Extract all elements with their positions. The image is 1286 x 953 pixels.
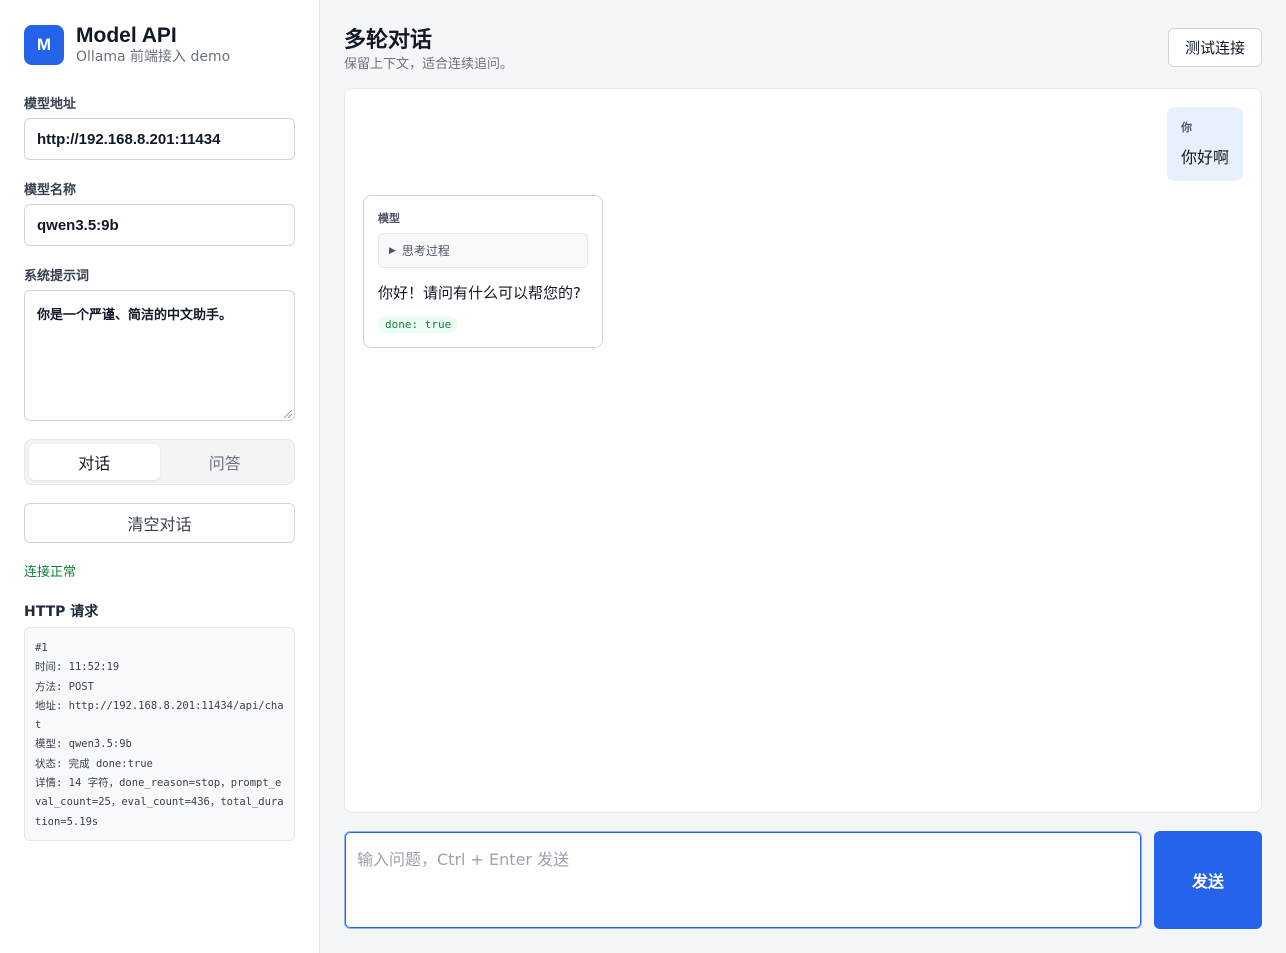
send-button[interactable]: 发送 [1154,831,1262,929]
page-subtitle: 保留上下文，适合连续追问。 [344,57,514,72]
thinking-toggle[interactable]: ▶ 思考过程 [378,233,588,268]
tab-qa[interactable]: 问答 [160,444,291,480]
brand: M Model API Ollama 前端接入 demo [24,24,295,65]
app-title: Model API [76,23,177,47]
mode-toggle: 对话 问答 [24,439,295,485]
tab-chat[interactable]: 对话 [29,444,160,480]
logo: M [24,24,64,65]
user-message-text: 你好啊 [1181,148,1230,167]
http-log-line: 模型: qwen3.5:9b [35,738,132,751]
resize-grip-icon[interactable] [284,410,292,418]
connection-status: 连接正常 [24,565,77,580]
done-badge: done: true [378,316,459,333]
app-subtitle: Ollama 前端接入 demo [76,48,231,65]
http-log-line: 状态: 完成 done:true [35,757,153,770]
http-log-line: 地址: http://192.168.8.201:11434/api/chat [35,699,284,732]
thinking-label: 思考过程 [401,244,450,258]
model-role-label: 模型 [378,212,400,225]
system-prompt-label: 系统提示词 [24,269,90,284]
main-area: 多轮对话 保留上下文，适合连续追问。 测试连接 你 你好啊 模型 ▶ 思考过程 … [320,0,1286,953]
prompt-input[interactable] [344,831,1142,929]
user-role-label: 你 [1181,121,1192,134]
http-panel-title: HTTP 请求 [24,604,99,620]
http-log-line: 方法: POST [35,680,94,693]
model-name-label: 模型名称 [24,183,77,198]
system-prompt-textarea[interactable]: 你是一个严谨、简洁的中文助手。 [24,290,295,421]
http-log-line: 时间: 11:52:19 [35,661,120,674]
sidebar: M Model API Ollama 前端接入 demo 模型地址 http:/… [0,0,320,953]
test-connection-button[interactable]: 测试连接 [1168,28,1262,67]
chat-panel[interactable]: 你 你好啊 模型 ▶ 思考过程 你好！请问有什么可以帮您的? done: tru… [344,88,1262,813]
http-log: #1 时间: 11:52:19 方法: POST 地址: http://192.… [24,627,295,841]
user-message: 你 你好啊 [1167,107,1243,181]
model-url-label: 模型地址 [24,97,77,112]
clear-chat-button[interactable]: 清空对话 [24,503,295,543]
model-url-input[interactable]: http://192.168.8.201:11434 [24,118,295,160]
expand-triangle-icon: ▶ [389,245,396,256]
model-name-input[interactable]: qwen3.5:9b [24,204,295,246]
model-message: 模型 ▶ 思考过程 你好！请问有什么可以帮您的? done: true [363,195,603,348]
http-log-line: 详情: 14 字符，done_reason=stop，prompt_eval_c… [35,777,284,828]
system-prompt-text: 你是一个严谨、简洁的中文助手。 [37,308,233,323]
http-log-line: #1 [35,642,48,654]
model-message-text: 你好！请问有什么可以帮您的? [378,284,581,302]
page-title: 多轮对话 [344,28,433,53]
